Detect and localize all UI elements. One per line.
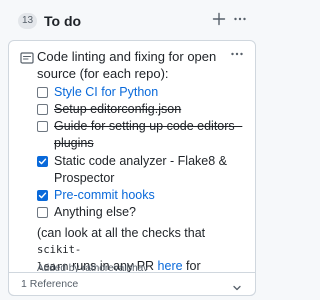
column-more-icon[interactable] [233,12,247,26]
task-checkbox-checked[interactable] [37,156,48,167]
task-label-link[interactable]: Pre-commit hooks [54,187,155,204]
plus-icon[interactable] [212,12,226,26]
task-label-link[interactable]: Style CI for Python [54,84,158,101]
task-checkbox[interactable] [37,87,48,98]
references-toggle[interactable]: 1 Reference [8,272,256,296]
chevron-down-icon [232,280,242,291]
task-label: Anything else? [54,205,137,219]
note-text: (can look at all the checks that [37,226,206,240]
task-label: plugins [54,136,94,150]
note-card[interactable]: Code linting and fixing for open source … [8,40,256,296]
references-label: 1 Reference [21,278,79,290]
here-link[interactable]: here [158,259,183,273]
column-title: To do [44,13,82,29]
task-checkbox[interactable] [37,121,48,132]
task-label: Setup editorconfig.json [54,102,182,116]
task-label: Static code analyzer - Flake8 & [54,154,227,168]
task-checkbox-checked[interactable] [37,190,48,201]
task-checkbox[interactable] [37,207,48,218]
note-icon [20,51,34,65]
column-header: 13 To do [0,0,263,40]
task-checkbox[interactable] [37,104,48,115]
code-snippet: scikit- [37,244,82,256]
task-label: Prospector [54,171,115,185]
card-count-badge: 13 [18,13,38,29]
task-label: Guide for setting up code editors - [54,119,243,133]
card-intro-text: Code linting and fixing for open source … [37,49,217,81]
project-column: 13 To do Code linting and fixing for ope… [0,0,263,300]
